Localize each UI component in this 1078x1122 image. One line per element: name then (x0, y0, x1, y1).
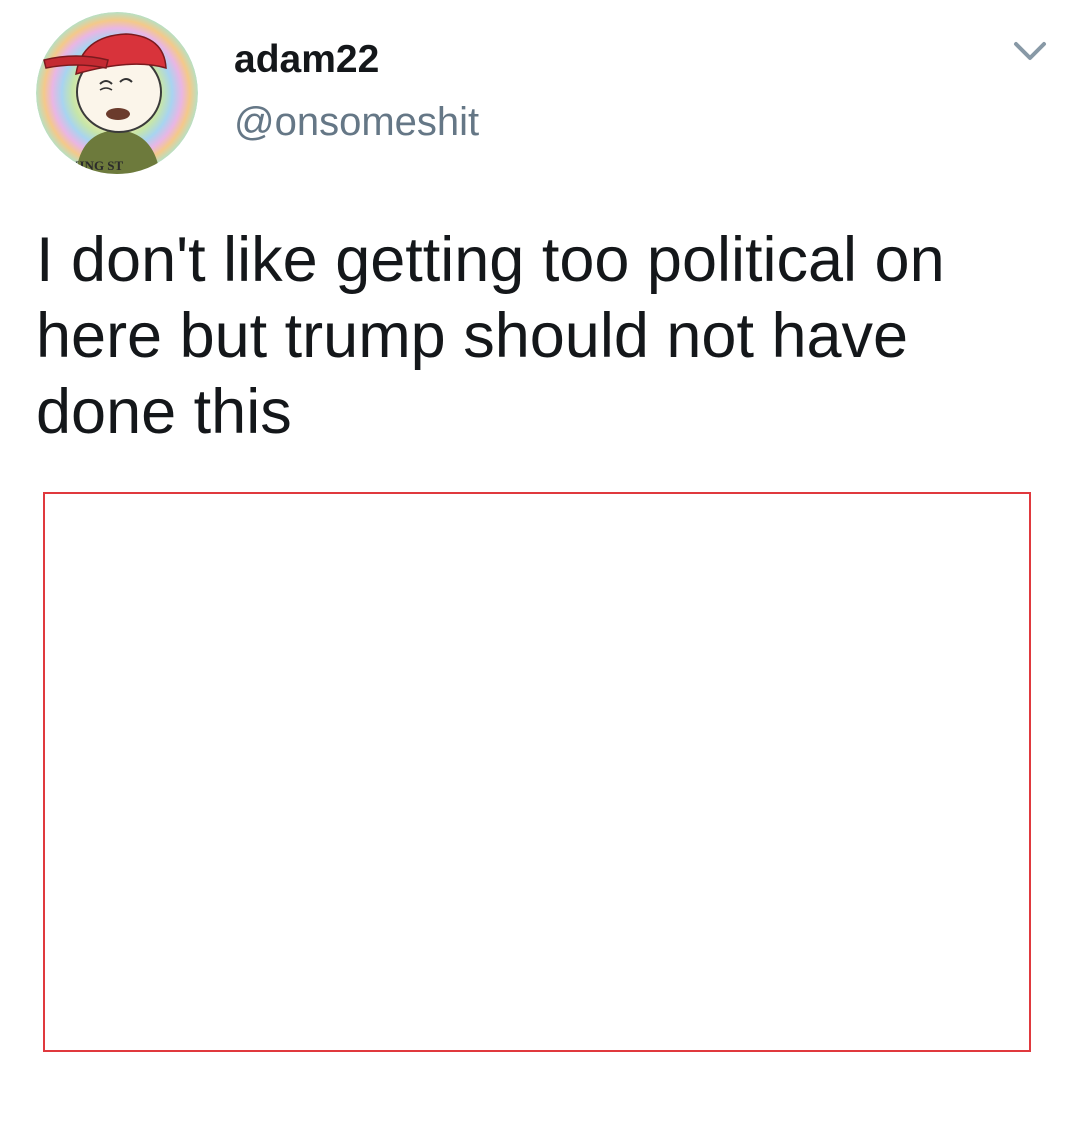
avatar-caption: CKING ST (60, 158, 124, 173)
chevron-down-icon[interactable] (1012, 40, 1048, 64)
display-name[interactable]: adam22 (234, 40, 379, 79)
tweet-media[interactable] (43, 492, 1031, 1052)
avatar[interactable]: CKING ST (36, 12, 198, 174)
tweet-card: CKING ST adam22 @onsomeshit I don't like… (0, 0, 1078, 1122)
tweet-text: I don't like getting too political on he… (36, 225, 945, 447)
user-handle[interactable]: @onsomeshit (234, 102, 479, 142)
cartoon-avatar-icon: CKING ST (36, 12, 198, 174)
